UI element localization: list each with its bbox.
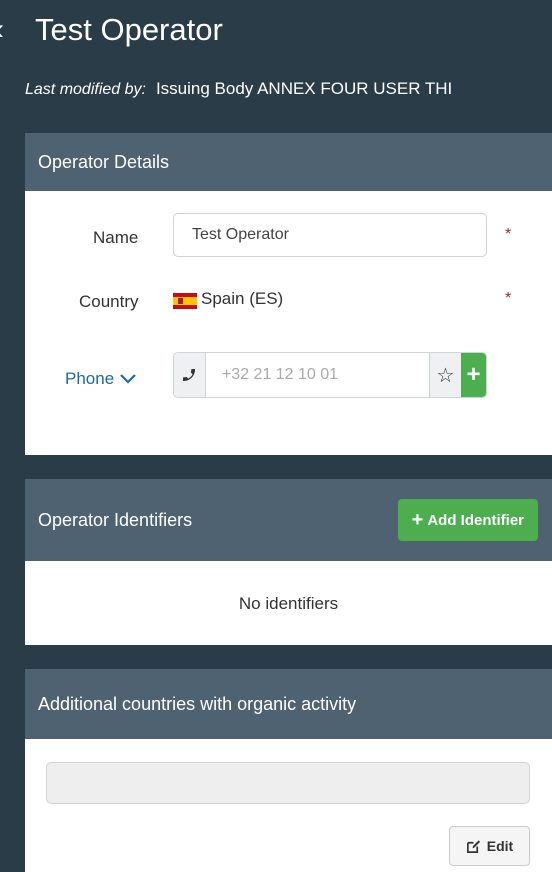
star-icon[interactable]: ☆ (428, 353, 461, 397)
country-value: Spain (ES) (201, 289, 284, 308)
last-modified-label: Last modified by: (25, 81, 146, 98)
country-label: Country (79, 292, 139, 311)
name-required-mark: * (505, 226, 512, 243)
chevron-down-icon (120, 374, 136, 384)
additional-countries-title: Additional countries with organic activi… (38, 693, 357, 714)
phone-input-group: ☆ + (173, 352, 487, 398)
operator-identifiers-title: Operator Identifiers (38, 509, 193, 530)
back-icon[interactable]: ‹ (0, 12, 4, 48)
edit-button[interactable]: Edit (449, 826, 530, 866)
no-identifiers-message: No identifiers (238, 594, 339, 613)
phone-icon (174, 353, 206, 397)
page-title: Test Operator (35, 12, 223, 47)
operator-details-panel: Operator Details Name * Country Spain (E… (25, 133, 552, 455)
country-required-mark: * (505, 290, 512, 307)
add-identifier-button[interactable]: + Add Identifier (397, 499, 538, 541)
add-identifier-label: Add Identifier (427, 511, 524, 529)
add-phone-button[interactable]: + (460, 353, 486, 397)
phone-type-dropdown[interactable]: Phone (65, 369, 136, 389)
edit-label: Edit (486, 838, 514, 854)
last-modified: Last modified by: Issuing Body ANNEX FOUR… (25, 77, 452, 102)
phone-label: Phone (65, 369, 115, 388)
operator-identifiers-header: Operator Identifiers + Add Identifier (25, 479, 552, 561)
phone-input[interactable] (205, 353, 429, 397)
operator-details-title: Operator Details (38, 151, 170, 172)
spain-flag-icon (173, 293, 197, 309)
plus-icon: + (411, 508, 424, 531)
edit-icon (466, 839, 480, 853)
last-modified-value: Issuing Body ANNEX FOUR USER THI (155, 79, 453, 98)
additional-countries-field (46, 762, 530, 804)
additional-countries-header: Additional countries with organic activi… (25, 669, 552, 739)
name-label: Name (93, 228, 139, 247)
operator-details-header: Operator Details (25, 133, 552, 191)
operator-identifiers-panel: Operator Identifiers + Add Identifier No… (25, 479, 552, 645)
name-input[interactable] (173, 213, 487, 257)
additional-countries-panel: Additional countries with organic activi… (25, 669, 552, 872)
